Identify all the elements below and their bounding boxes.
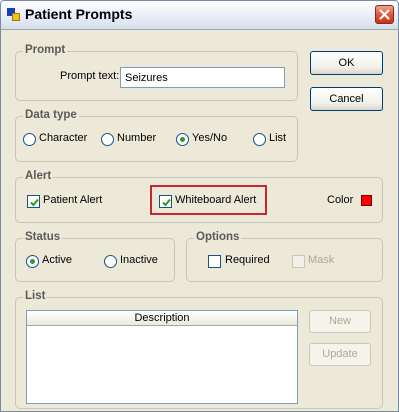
close-button[interactable] [375,5,394,24]
checkmark-icon [30,198,39,207]
update-button-label: Update [322,348,358,360]
patient-alert-checkbox[interactable] [27,195,40,208]
yes-no-radio[interactable] [176,133,189,146]
window-title: Patient Prompts [25,6,133,22]
prompt-text-label: Prompt text: [60,70,120,82]
active-radio[interactable] [26,255,39,268]
inactive-label: Inactive [120,254,158,266]
number-radio[interactable] [101,133,114,146]
status-legend: Status [23,231,63,243]
mask-label: Mask [308,254,335,266]
app-logo-icon [7,8,20,21]
description-column-label: Description [134,312,190,324]
character-radio[interactable] [23,133,36,146]
data-type-legend: Data type [23,109,79,121]
active-label: Active [42,254,72,266]
cancel-button-label: Cancel [329,93,364,105]
list-radio[interactable] [253,133,266,146]
required-checkbox[interactable] [208,255,221,268]
list-legend: List [23,290,48,302]
whiteboard-alert-label: Whiteboard Alert [175,194,257,206]
update-button[interactable]: Update [309,343,371,366]
ok-button[interactable]: OK [310,51,383,75]
status-group: Status Active Inactive [15,231,175,282]
close-icon [379,9,390,20]
options-group: Options Required Mask [186,231,383,282]
required-label: Required [225,254,270,266]
data-type-group: Data type Character Number Yes/No List [15,109,298,162]
alert-color-swatch[interactable] [361,195,372,206]
cancel-button[interactable]: Cancel [310,87,383,111]
patient-prompts-dialog: Patient Prompts OK Cancel Prompt Prompt … [0,0,399,412]
prompt-text-input[interactable] [120,67,285,88]
color-label: Color [327,194,354,206]
new-button[interactable]: New [309,310,371,333]
title-bar: Patient Prompts [1,1,398,30]
mask-checkbox[interactable] [292,255,305,268]
whiteboard-alert-checkbox[interactable] [159,195,172,208]
list-grid[interactable]: Description [26,310,298,404]
list-group: List Description New Update [15,290,383,409]
alert-legend: Alert [23,170,54,182]
list-label: List [269,132,287,144]
options-legend: Options [194,231,242,243]
new-button-label: New [328,315,351,327]
number-label: Number [117,132,157,144]
inactive-radio[interactable] [104,255,117,268]
checkmark-icon [162,198,171,207]
alert-group: Alert Patient Alert Whiteboard Alert Col… [15,170,383,223]
yes-no-label: Yes/No [192,132,228,144]
list-column-header[interactable]: Description [27,311,297,326]
ok-button-label: OK [338,57,355,69]
prompt-group: Prompt Prompt text: [15,44,298,101]
patient-alert-label: Patient Alert [43,194,103,206]
character-label: Character [39,132,88,144]
prompt-legend: Prompt [23,44,68,56]
